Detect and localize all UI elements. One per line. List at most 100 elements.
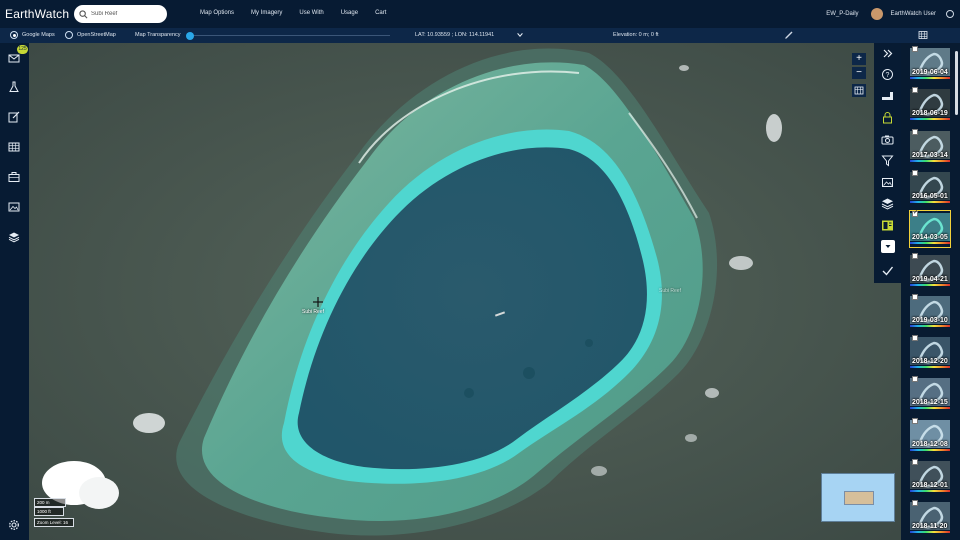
timeline-thumbnail[interactable]: 2018-12-20: [910, 335, 950, 371]
timeline-thumbnail[interactable]: 2018-12-15: [910, 376, 950, 412]
label-map-transparency: Map Transparency: [135, 32, 181, 38]
calendar-grid-icon: [854, 86, 864, 95]
caret-down-icon: [885, 245, 891, 248]
thumbnail-checkbox[interactable]: [912, 128, 918, 135]
zoom-controls: + −: [852, 53, 866, 81]
nav-cart[interactable]: Cart: [375, 10, 386, 16]
chevron-down-icon[interactable]: [516, 31, 524, 39]
nav-my-imagery[interactable]: My Imagery: [251, 10, 282, 16]
thumbnail-date: 2019-04-21: [912, 275, 948, 283]
cloud-cover-bar: [910, 490, 950, 492]
transparency-slider-handle[interactable]: [186, 31, 194, 40]
avatar[interactable]: [870, 8, 883, 20]
thumbnail-checkbox[interactable]: [912, 293, 918, 300]
layers-stack-icon[interactable]: [881, 197, 894, 210]
thumbnail-date: 2018-11-20: [912, 523, 948, 531]
zoom-level-indicator: Zoom Level: 16: [34, 518, 74, 527]
thumbnail-date: 2018-12-01: [912, 482, 948, 489]
thumbnail-checkbox[interactable]: [912, 46, 918, 52]
inbox-icon[interactable]: [8, 52, 20, 64]
checkmark-icon[interactable]: [881, 264, 894, 277]
help-circle-icon[interactable]: ?: [881, 68, 894, 81]
cloud-cover-bar: [910, 531, 950, 534]
timeline-thumbnail[interactable]: 2019-03-10: [910, 293, 950, 330]
map-viewport[interactable]: Subi Reef Subi Reef + − 200 m 1000 ft Zo…: [29, 43, 901, 540]
timeline-thumbnail[interactable]: 2019-04-21: [910, 252, 950, 289]
thumbnail-checkbox[interactable]: [912, 500, 918, 507]
account-name[interactable]: EW_P-Daily: [826, 11, 858, 17]
cloud-cover-bar: [910, 242, 950, 245]
satellite-imagery[interactable]: [29, 43, 901, 540]
grid-icon[interactable]: [918, 30, 928, 40]
nav-usage[interactable]: Usage: [341, 10, 358, 16]
thumbnail-checkbox[interactable]: [912, 252, 918, 259]
layers-icon[interactable]: [8, 231, 20, 243]
thumbnail-checkbox[interactable]: [912, 87, 918, 94]
help-icon[interactable]: [946, 10, 954, 18]
overview-extent: [844, 491, 874, 505]
transparency-slider-track[interactable]: [190, 35, 390, 36]
timeline-thumbnail[interactable]: 2018-12-08: [910, 417, 950, 454]
camera-icon[interactable]: [881, 133, 894, 146]
timeline-thumbnail[interactable]: 2016-05-01: [910, 169, 950, 206]
edit-icon[interactable]: [8, 111, 20, 123]
thumbnail-date: 2018-12-20: [912, 358, 948, 366]
elevation-readout: Elevation: 0 m; 0 ft: [613, 32, 659, 38]
cloud-cover-bar: [910, 283, 950, 286]
map-toolbar: ?: [874, 43, 901, 283]
ruler-pencil-icon[interactable]: [784, 30, 794, 40]
thumbnail-checkbox[interactable]: [912, 459, 918, 465]
cloud-cover-bar: [910, 407, 950, 410]
crosshair-icon: [313, 297, 323, 307]
zoom-in-button[interactable]: +: [852, 53, 866, 65]
imagery-timeline: 2019-06-04 2018-06-19 2017-03-14 2016-05-01…: [901, 43, 960, 540]
svg-text:?: ?: [886, 72, 890, 79]
thumbnail-checkbox[interactable]: [912, 417, 918, 424]
radio-openstreetmap[interactable]: [65, 31, 73, 39]
cloud-cover-bar: [910, 324, 950, 327]
timeline-thumbnail[interactable]: 2014-03-05: [909, 209, 951, 249]
gallery-icon[interactable]: [881, 176, 894, 189]
flask-icon[interactable]: [8, 81, 20, 93]
reef-label: Subi Reef: [302, 309, 324, 315]
image-icon[interactable]: [8, 201, 20, 213]
cloud-cover-bar: [910, 118, 950, 121]
cloud-cover-bar: [910, 77, 950, 79]
settings-gear-icon[interactable]: [8, 519, 20, 531]
left-sidebar: 125: [0, 43, 29, 540]
timeline-thumbnail[interactable]: 2019-06-04: [910, 46, 950, 82]
double-chevron-right-icon[interactable]: [881, 47, 894, 60]
ruler-icon[interactable]: [881, 90, 894, 103]
app-logo[interactable]: EarthWatch: [5, 7, 69, 21]
search-input[interactable]: [91, 11, 161, 17]
zoom-out-button[interactable]: −: [852, 67, 866, 79]
timeline-scrollbar[interactable]: [955, 51, 958, 115]
thumbnail-checkbox[interactable]: [912, 376, 918, 383]
timeline-thumbnail[interactable]: 2018-11-20: [910, 500, 950, 536]
timeline-thumbnail[interactable]: 2018-12-01: [910, 459, 950, 495]
search-box[interactable]: [74, 5, 167, 23]
nav-map-options[interactable]: Map Options: [200, 10, 234, 16]
label-google-maps: Google Maps: [22, 32, 55, 38]
cloud-cover-bar: [910, 200, 950, 203]
compare-icon[interactable]: [881, 219, 894, 232]
lock-icon[interactable]: [881, 111, 894, 124]
nav-use-with[interactable]: Use With: [299, 10, 323, 16]
thumbnail-checkbox[interactable]: [912, 335, 918, 342]
user-name[interactable]: EarthWatch User: [891, 11, 936, 17]
thumbnail-date: 2014-03-05: [912, 234, 948, 242]
timeline-thumbnail[interactable]: 2017-03-14: [910, 128, 950, 165]
thumbnail-checkbox[interactable]: [912, 169, 918, 176]
radio-google-maps[interactable]: [10, 31, 18, 39]
map-layer-button[interactable]: [852, 84, 866, 97]
cloud-cover-bar: [910, 159, 950, 162]
briefcase-icon[interactable]: [8, 171, 20, 183]
dropdown-button[interactable]: [881, 240, 895, 253]
timeline-thumbnail[interactable]: 2018-06-19: [910, 87, 950, 123]
main-nav: Map Options My Imagery Use With Usage Ca…: [200, 10, 403, 16]
thumbnail-checkbox[interactable]: [912, 209, 918, 218]
table-icon[interactable]: [8, 141, 20, 153]
filter-icon[interactable]: [881, 154, 894, 167]
overview-minimap[interactable]: [821, 473, 895, 522]
user-area: EW_P-Daily EarthWatch User: [826, 0, 960, 28]
